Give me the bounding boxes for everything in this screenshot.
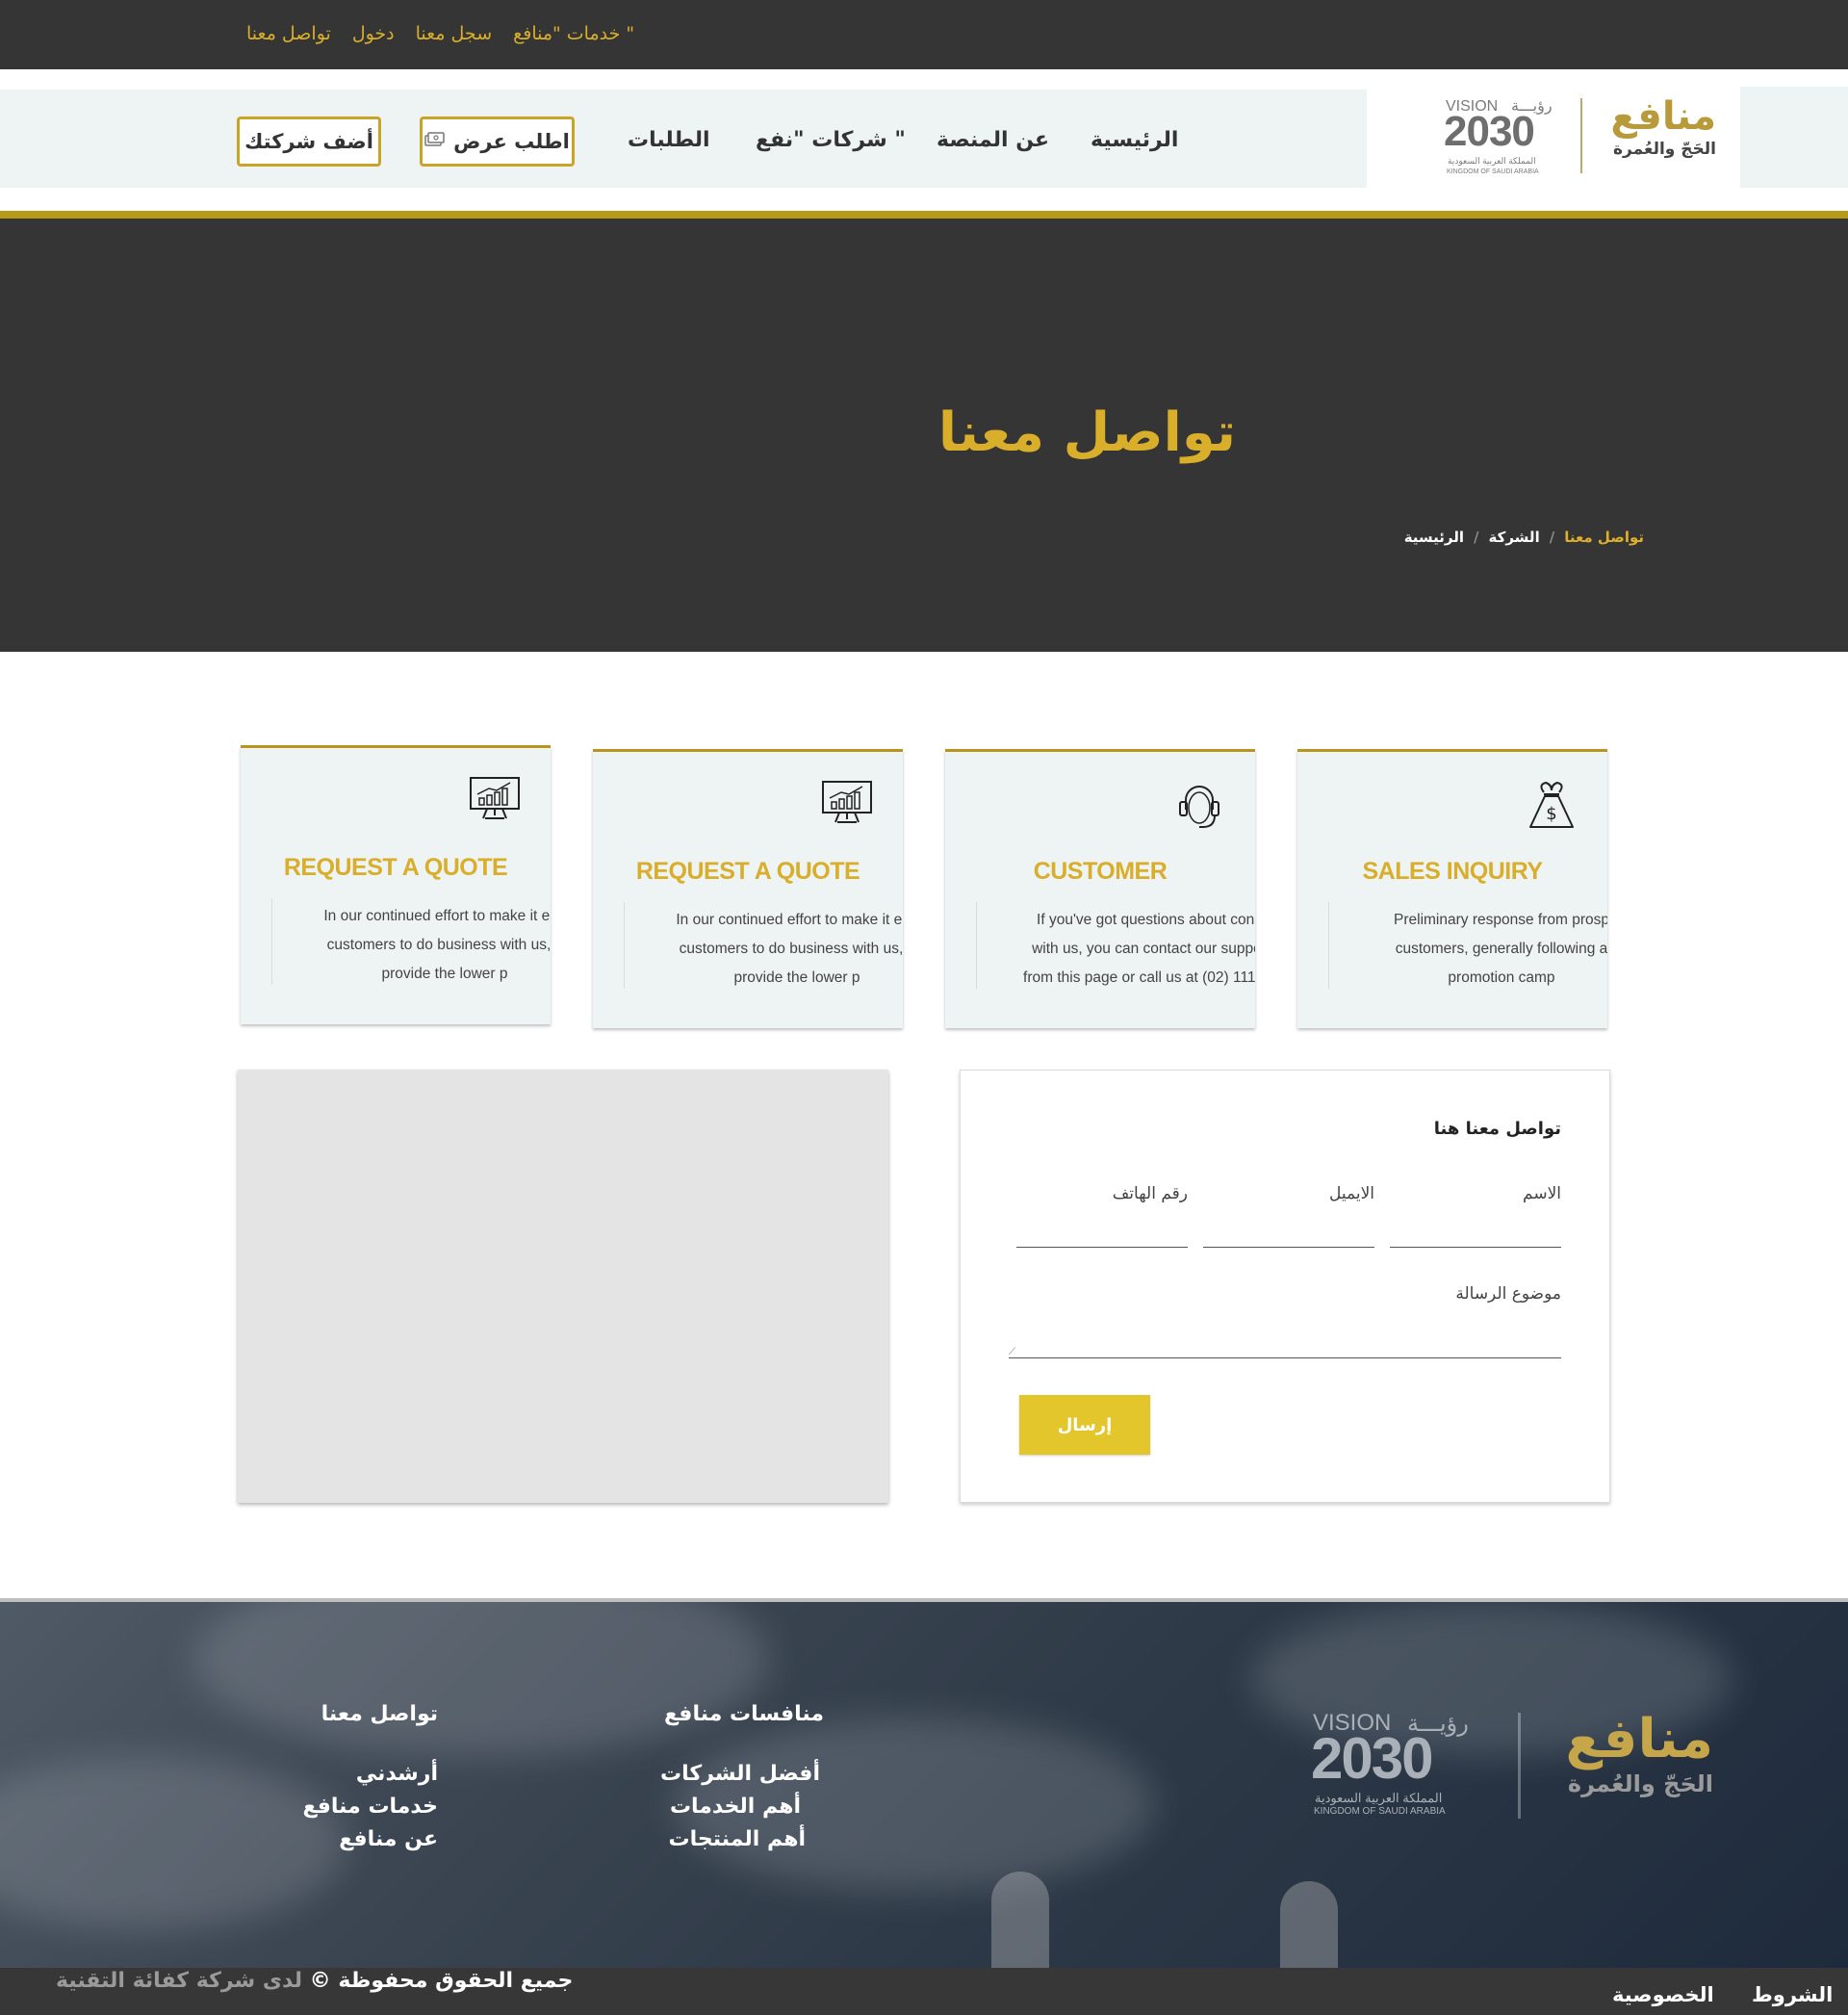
- nav-requests[interactable]: الطلبات: [628, 128, 710, 152]
- subject-label: موضوع الرسالة: [1455, 1284, 1561, 1304]
- add-company-button[interactable]: أضف شركتك: [237, 116, 381, 167]
- breadcrumb-separator: /: [1549, 529, 1555, 546]
- top-link-services[interactable]: خدمات "منافع ": [513, 23, 634, 44]
- footer-link-services[interactable]: خدمات منافع: [302, 1795, 438, 1819]
- footer-link-about[interactable]: عن منافع: [339, 1827, 438, 1851]
- copyright: جميع الحقوق محفوظة © لدى شركة كفائة التق…: [56, 1969, 573, 1993]
- footer-link-best-companies[interactable]: أفضل الشركات: [660, 1762, 820, 1786]
- manafea-logo[interactable]: منافع الحَجّ والعُمرة: [1603, 94, 1716, 181]
- form-title: تواصل معنا هنا: [1433, 1119, 1561, 1139]
- footer-manafea-logo: منافع الحَجّ والعُمرة: [1565, 1708, 1713, 1798]
- breadcrumb-separator: /: [1474, 529, 1479, 546]
- contact-form: تواصل معنا هنا الاسم الايميل رقم الهاتف …: [960, 1070, 1610, 1503]
- nav-about[interactable]: عن المنصة: [937, 128, 1049, 152]
- map-embed[interactable]: [238, 1070, 888, 1503]
- nav-panel: أضف شركتك اطلب عرض الطلبات شركات "نفع " …: [0, 90, 1367, 188]
- card-title: REQUEST A QUOTE: [283, 854, 508, 881]
- cloud-bg: [0, 1756, 346, 1929]
- phone-field[interactable]: [1016, 1247, 1188, 1248]
- top-link-login[interactable]: دخول: [352, 23, 395, 44]
- chart-monitor-icon: [468, 775, 522, 829]
- footer-link-top-products[interactable]: أهم المنتجات: [669, 1827, 806, 1851]
- breadcrumb-home[interactable]: الرئيسية: [1404, 529, 1464, 546]
- top-link-register[interactable]: سجل معنا: [416, 23, 492, 44]
- footer-heading-competitions: منافسات منافع: [664, 1702, 824, 1726]
- nav-home[interactable]: الرئيسية: [1091, 128, 1178, 152]
- chart-monitor-icon: [820, 779, 874, 833]
- send-button-label: إرسال: [1057, 1414, 1113, 1435]
- card-text: Preliminary response from prosp customer…: [1394, 912, 1607, 986]
- vision-2030-logo: VISION رؤيـــة 2030 المملكة العربية السع…: [1444, 98, 1553, 175]
- cloud-bg: [192, 1602, 770, 1756]
- breadcrumb-current: تواصل معنا: [1564, 529, 1644, 546]
- breadcrumb-company[interactable]: الشركة: [1489, 529, 1540, 546]
- card-request-quote-2[interactable]: REQUEST A QUOTE In our continued effort …: [593, 749, 903, 1028]
- bottom-link-terms[interactable]: الشروط: [1752, 1983, 1833, 2006]
- header-gold-line: [0, 211, 1848, 219]
- headset-icon: [1172, 779, 1226, 833]
- top-bar: تواصل معنا دخول سجل معنا خدمات "منافع ": [0, 0, 1848, 69]
- footer-link-top-services[interactable]: أهم الخدمات: [670, 1795, 801, 1819]
- footer-logo-divider: [1518, 1713, 1521, 1819]
- card-text: In our continued effort to make it eas c…: [323, 908, 551, 982]
- email-field[interactable]: [1203, 1247, 1374, 1248]
- copyright-bold: جميع الحقوق محفوظة ©: [309, 1969, 574, 1993]
- card-title: REQUEST A QUOTE: [635, 858, 860, 885]
- card-customer[interactable]: CUSTOMER If you've got questions about c…: [945, 749, 1255, 1028]
- minaret-silhouette: [1280, 1881, 1338, 1968]
- card-request-quote-1[interactable]: REQUEST A QUOTE In our continued effort …: [241, 745, 551, 1024]
- card-text: In our continued effort to make it eas c…: [676, 912, 903, 986]
- logo-divider: [1580, 98, 1582, 173]
- breadcrumb: تواصل معنا / الشركة / الرئيسية: [1404, 529, 1644, 546]
- page-title: تواصل معنا: [937, 401, 1236, 464]
- footer-link-guide-me[interactable]: أرشدني: [356, 1762, 438, 1786]
- page-hero: تواصل معنا تواصل معنا / الشركة / الرئيسي…: [0, 219, 1848, 652]
- logo-panel-right: [1740, 87, 1848, 188]
- email-label: الايميل: [1329, 1184, 1374, 1203]
- footer-heading-contact: تواصل معنا: [321, 1702, 438, 1726]
- nav-companies[interactable]: شركات "نفع ": [756, 128, 906, 152]
- svg-text:$: $: [1546, 804, 1556, 824]
- card-sales-inquiry[interactable]: $ SALES INQUIRY Preliminary response fro…: [1297, 749, 1607, 1028]
- request-quote-label: اطلب عرض: [453, 130, 570, 153]
- resize-grip-icon[interactable]: ⟋: [1009, 1347, 1015, 1357]
- minaret-silhouette: [991, 1872, 1049, 1968]
- card-text: If you've got questions about cons with …: [1023, 912, 1255, 986]
- request-quote-button[interactable]: اطلب عرض: [420, 116, 575, 167]
- name-field[interactable]: [1390, 1247, 1561, 1248]
- money-bag-icon: $: [1525, 779, 1578, 833]
- main-header: أضف شركتك اطلب عرض الطلبات شركات "نفع " …: [0, 87, 1848, 188]
- top-link-contact[interactable]: تواصل معنا: [246, 23, 331, 44]
- subject-field[interactable]: [1009, 1357, 1561, 1358]
- bottom-link-privacy[interactable]: الخصوصية: [1612, 1983, 1714, 2006]
- card-title: SALES INQUIRY: [1362, 858, 1543, 885]
- name-label: الاسم: [1523, 1184, 1561, 1203]
- top-links: تواصل معنا دخول سجل معنا خدمات "منافع ": [246, 23, 634, 44]
- footer-vision-2030-logo: VISION رؤيـــة 2030 المملكة العربية السع…: [1311, 1710, 1469, 1817]
- footer: VISION رؤيـــة 2030 المملكة العربية السع…: [0, 1602, 1848, 1968]
- copyright-company: لدى شركة كفائة التقنية: [56, 1969, 302, 1993]
- send-button[interactable]: إرسال: [1019, 1395, 1150, 1455]
- add-company-label: أضف شركتك: [244, 130, 373, 153]
- phone-label: رقم الهاتف: [1112, 1184, 1188, 1203]
- card-title: CUSTOMER: [1033, 858, 1168, 885]
- money-icon: [424, 130, 446, 153]
